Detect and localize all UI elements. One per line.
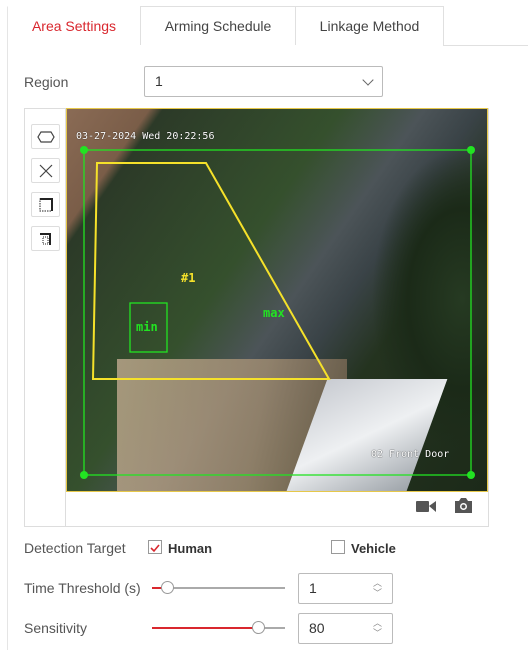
handle-top-right — [467, 146, 475, 154]
spinner-icon[interactable]: ︿ ﹀ — [373, 578, 382, 598]
region-label: Region — [24, 74, 69, 90]
time-threshold-label: Time Threshold (s) — [24, 580, 141, 596]
hexagon-icon — [36, 130, 55, 143]
slider-thumb[interactable] — [252, 621, 265, 634]
check-icon — [150, 544, 160, 553]
time-threshold-slider[interactable] — [152, 581, 285, 595]
handle-bottom-right — [467, 471, 475, 479]
detection-overlay[interactable] — [67, 109, 487, 491]
min-size-button[interactable] — [31, 226, 60, 251]
osd-timestamp: 03-27-2024 Wed 20:22:56 — [76, 131, 215, 142]
max-size-button[interactable] — [31, 192, 60, 217]
live-video[interactable]: 03-27-2024 Wed 20:22:56 02 Front Door #1… — [66, 108, 488, 492]
region-select[interactable]: 1 — [144, 66, 383, 97]
record-icon[interactable] — [416, 499, 437, 514]
tab-area-settings[interactable]: Area Settings — [7, 6, 141, 45]
human-checkbox[interactable] — [148, 540, 162, 554]
clear-button[interactable] — [31, 158, 60, 183]
sensitivity-label: Sensitivity — [24, 620, 88, 636]
close-icon — [39, 164, 52, 177]
snapshot-icon[interactable] — [454, 497, 473, 514]
osd-camera-name: 02 Front Door — [371, 449, 450, 460]
draw-polygon-button[interactable] — [31, 124, 60, 149]
min-size-icon — [39, 232, 51, 245]
slider-thumb[interactable] — [161, 581, 174, 594]
max-size-icon — [39, 197, 53, 211]
detection-target-label: Detection Target — [24, 540, 126, 556]
handle-bottom-left — [80, 471, 88, 479]
spinner-icon[interactable]: ︿ ﹀ — [373, 618, 382, 638]
chevron-down-icon — [362, 74, 374, 86]
vehicle-label[interactable]: Vehicle — [351, 541, 396, 556]
sensitivity-slider[interactable] — [152, 621, 285, 635]
tab-divider — [443, 45, 528, 46]
region-label-tag: #1 — [181, 271, 196, 285]
handle-top-left — [80, 146, 88, 154]
min-label: min — [136, 320, 158, 334]
human-label[interactable]: Human — [168, 541, 212, 556]
tab-arming-schedule[interactable]: Arming Schedule — [140, 6, 296, 45]
sensitivity-value: 80 — [309, 620, 325, 636]
max-label: max — [263, 306, 285, 320]
sensitivity-input[interactable]: 80 ︿ ﹀ — [298, 613, 393, 644]
time-threshold-value: 1 — [309, 580, 317, 596]
tab-linkage-method[interactable]: Linkage Method — [295, 6, 444, 45]
time-threshold-input[interactable]: 1 ︿ ﹀ — [298, 573, 393, 604]
region-value: 1 — [155, 73, 163, 89]
vehicle-checkbox[interactable] — [331, 540, 345, 554]
detection-region-polygon — [91, 162, 331, 380]
